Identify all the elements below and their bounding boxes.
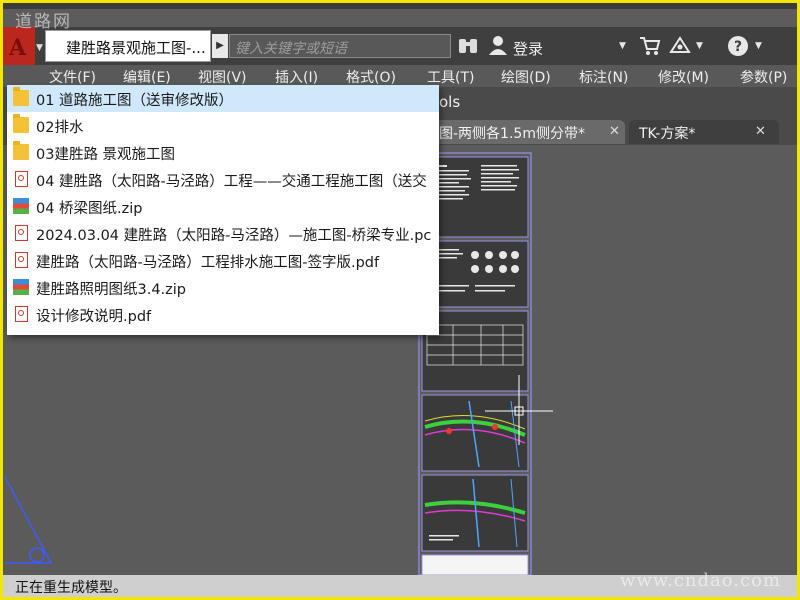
list-item[interactable]: 01 道路施工图（送审修改版） — [7, 85, 439, 112]
close-icon[interactable]: ✕ — [609, 124, 620, 139]
list-item[interactable]: 设计修改说明.pdf — [7, 301, 439, 328]
menu-draw[interactable]: 绘图(D) — [501, 67, 551, 87]
close-icon[interactable]: ✕ — [755, 124, 766, 139]
menu-dimension[interactable]: 标注(N) — [579, 67, 628, 87]
exchange-icon[interactable] — [669, 36, 691, 60]
pdf-icon — [15, 306, 28, 322]
cart-icon[interactable] — [639, 36, 661, 60]
watermark-bottom: www.cndao.com — [620, 570, 781, 591]
search-input[interactable]: 键入关键字或短语 — [229, 34, 451, 58]
list-item[interactable]: 建胜路（太阳路-马泾路）工程排水施工图-签字版.pdf — [7, 247, 439, 274]
watermark-top: 道路网 — [15, 12, 72, 32]
doc-tab-active-label: 图-两侧各1.5m侧分带* — [439, 126, 585, 142]
file-label: 04 桥梁图纸.zip — [36, 201, 143, 217]
list-item[interactable]: 04 桥梁图纸.zip — [7, 193, 439, 220]
doc-tab-tk-label: TK-方案* — [639, 126, 696, 142]
list-item[interactable]: 04 建胜路（太阳路-马泾路）工程——交通工程施工图（送交 — [7, 166, 439, 193]
binoculars-icon[interactable] — [458, 37, 478, 59]
zip-archive-icon — [13, 198, 29, 214]
zip-archive-icon — [13, 279, 29, 295]
search-placeholder: 键入关键字或短语 — [235, 41, 347, 57]
top-edge — [3, 3, 797, 9]
folder-icon — [13, 114, 29, 133]
svg-text:?: ? — [734, 39, 742, 55]
list-item[interactable]: 2024.03.04 建胜路（太阳路-马泾路）—施工图-桥梁专业.pc — [7, 220, 439, 247]
title-expand-arrow-icon[interactable]: ▶ — [212, 34, 228, 58]
pdf-icon — [15, 171, 28, 187]
menu-edit[interactable]: 编辑(E) — [123, 67, 171, 87]
file-label: 02排水 — [36, 120, 84, 136]
menu-file[interactable]: 文件(F) — [49, 67, 96, 87]
menu-modify[interactable]: 修改(M) — [658, 67, 709, 87]
autocad-logo-icon[interactable]: A — [3, 27, 35, 65]
pdf-icon — [15, 225, 28, 241]
file-label: 2024.03.04 建胜路（太阳路-马泾路）—施工图-桥梁专业.pc — [36, 228, 432, 244]
list-item[interactable]: 建胜路照明图纸3.4.zip — [7, 274, 439, 301]
menu-format[interactable]: 格式(O) — [346, 67, 396, 87]
file-label: 03建胜路 景观施工图 — [36, 147, 176, 163]
user-icon[interactable] — [488, 35, 508, 59]
ribbon-tab-partial[interactable]: ols — [439, 93, 460, 111]
file-title: 建胜路景观施工图-... — [66, 39, 206, 57]
file-label: 设计修改说明.pdf — [36, 309, 152, 325]
list-item[interactable]: 02排水 — [7, 112, 439, 139]
pdf-icon — [15, 252, 28, 268]
list-item[interactable]: 03建胜路 景观施工图 — [7, 139, 439, 166]
help-dropdown-icon[interactable]: ▼ — [755, 41, 762, 51]
file-label: 01 道路施工图（送审修改版） — [36, 93, 234, 109]
help-icon[interactable]: ? — [727, 35, 749, 61]
menu-insert[interactable]: 插入(I) — [275, 67, 318, 87]
status-text: 正在重生成模型。 — [15, 580, 127, 596]
menu-tools[interactable]: 工具(T) — [427, 67, 474, 87]
file-label: 04 建胜路（太阳路-马泾路）工程——交通工程施工图（送交 — [36, 174, 427, 190]
doc-tab-tk[interactable]: TK-方案* ✕ — [629, 120, 779, 144]
signin-button[interactable]: 登录 — [513, 38, 543, 59]
file-title-box[interactable]: 建胜路景观施工图-... — [45, 30, 211, 62]
file-label: 建胜路（太阳路-马泾路）工程排水施工图-签字版.pdf — [36, 255, 380, 271]
file-label: 建胜路照明图纸3.4.zip — [36, 282, 187, 298]
folder-icon — [13, 87, 29, 106]
folder-icon — [13, 141, 29, 160]
app-menu-arrow-icon[interactable]: ▼ — [36, 43, 43, 53]
exchange-dropdown-icon[interactable]: ▼ — [696, 41, 703, 51]
doc-tab-active[interactable]: 图-两侧各1.5m侧分带* — [433, 120, 625, 144]
menu-parameter[interactable]: 参数(P) — [740, 67, 787, 87]
app-window: 道路网 A ▼ 建胜路景观施工图-... ▶ 键入关键字或短语 登录 ▼ ▼ ?… — [0, 0, 800, 600]
signin-dropdown-icon[interactable]: ▼ — [619, 41, 626, 51]
recent-files-dropdown: 01 道路施工图（送审修改版） 02排水 03建胜路 景观施工图 04 建胜路（… — [7, 85, 439, 335]
menu-view[interactable]: 视图(V) — [198, 67, 247, 87]
